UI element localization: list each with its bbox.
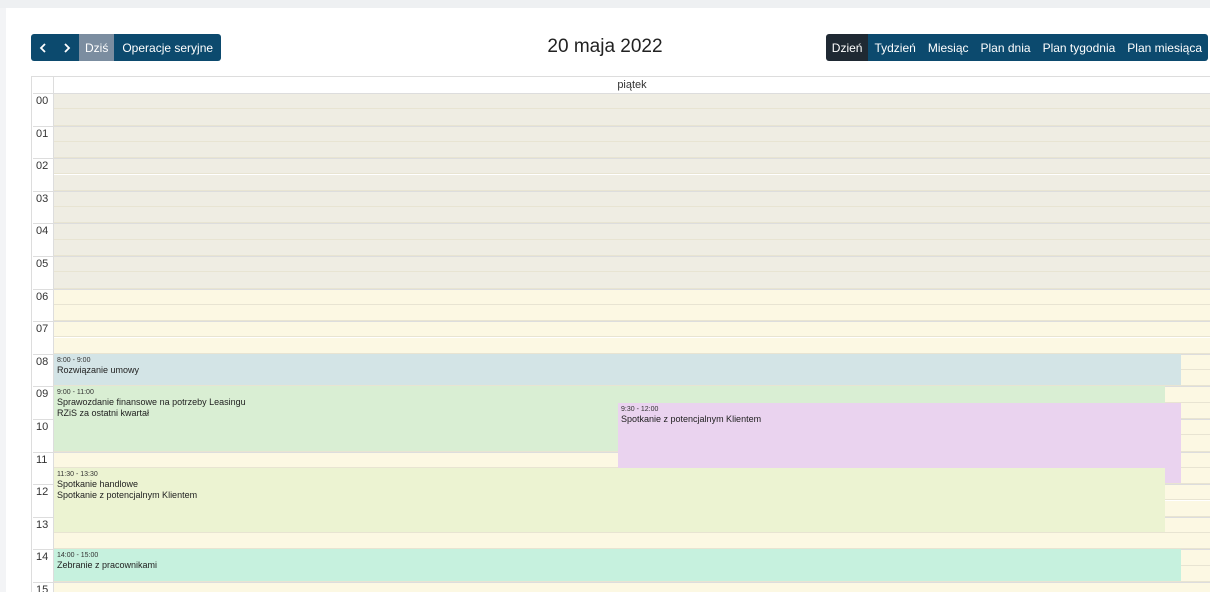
hour-divider — [33, 190, 1210, 192]
hour-label: 11 — [36, 453, 48, 466]
time-slot[interactable] — [54, 158, 1210, 175]
hour-label: 09 — [36, 388, 49, 401]
hour-label: 05 — [36, 258, 49, 270]
hour-label: 02 — [36, 160, 49, 173]
hour-divider — [33, 321, 1210, 323]
view-button-1[interactable]: Tydzień — [868, 34, 922, 61]
hour-divider — [33, 223, 1210, 225]
left-edge — [0, 8, 6, 592]
time-slot[interactable] — [54, 239, 1210, 256]
event-title: Zebranie z pracownikami — [57, 560, 158, 571]
event-time: 14:00 - 15:00 — [57, 552, 99, 560]
hour-label: 13 — [36, 518, 49, 531]
time-slot[interactable] — [54, 174, 1210, 191]
event-title: Spotkanie z potencjalnym Klientem — [621, 413, 762, 424]
hour-label: 14 — [36, 551, 49, 564]
hour-divider — [33, 582, 1210, 583]
hour-label: 12 — [36, 486, 49, 499]
time-slot[interactable] — [54, 125, 1210, 142]
view-button-5[interactable]: Plan miesiąca — [1121, 34, 1208, 61]
event-title: Rozwiązanie umowy — [57, 364, 140, 375]
time-slot[interactable] — [54, 256, 1210, 273]
time-slot[interactable] — [54, 304, 1210, 322]
day-body[interactable]: 8:00 - 9:00 Rozwiązanie umowy 9:00 - 11:00… — [33, 93, 1210, 592]
time-slot[interactable] — [54, 272, 1210, 289]
time-slot[interactable] — [54, 321, 1210, 338]
hour-label: 03 — [36, 192, 49, 205]
calendar-event[interactable]: 14:00 - 15:00 Zebranie z pracownikami — [54, 549, 1181, 581]
calendar-event[interactable]: 11:30 - 13:30 Spotkanie handlowe Spotkanie… — [54, 467, 1165, 533]
event-time: 9:30 - 12:00 — [621, 405, 659, 413]
calendar-event[interactable]: 8:00 - 9:00 Rozwiązanie umowy — [54, 353, 1181, 386]
hour-divider — [33, 158, 1210, 160]
hour-divider — [33, 93, 1210, 94]
event-time: 9:00 - 11:00 — [57, 389, 94, 397]
time-slot[interactable] — [54, 337, 1210, 354]
view-button-3[interactable]: Plan dnia — [974, 34, 1037, 61]
hour-divider — [33, 288, 1210, 290]
hour-divider — [33, 125, 1210, 127]
event-time: 8:00 - 9:00 — [57, 356, 91, 364]
event-title: Spotkanie handlowe — [57, 478, 139, 489]
view-button-0[interactable]: Dzień — [825, 34, 869, 61]
hour-label: 00 — [36, 95, 49, 107]
calendar-grid: piątek 00 01 02 03 04 05 06 07 08 09 10 11 12 13 14 15 … — [31, 76, 1210, 592]
time-slot[interactable] — [54, 93, 1210, 110]
day-header: piątek — [53, 77, 1210, 94]
time-slot[interactable] — [54, 141, 1210, 159]
time-slot[interactable] — [54, 190, 1210, 208]
view-switcher: Dzień Tydzień Miesiąc Plan dnia Plan tygodni… — [825, 34, 1208, 61]
hour-label: 06 — [36, 290, 49, 303]
event-title: Spotkanie z potencjalnym Klientem — [57, 489, 198, 500]
hour-label: 07 — [36, 323, 49, 336]
view-button-2[interactable]: Miesiąc — [921, 34, 975, 61]
time-slot[interactable] — [54, 288, 1210, 305]
time-slot[interactable] — [54, 582, 1210, 592]
hour-divider — [33, 256, 1210, 257]
hour-label: 10 — [36, 421, 49, 433]
time-slot[interactable] — [54, 223, 1210, 240]
hour-label: 15 — [36, 584, 49, 592]
event-time: 11:30 - 13:30 — [57, 470, 98, 478]
view-button-4[interactable]: Plan tygodnia — [1036, 34, 1122, 61]
hour-label: 08 — [36, 355, 49, 368]
hour-label: 04 — [36, 225, 49, 238]
time-slot[interactable] — [54, 207, 1210, 224]
time-slot[interactable] — [54, 533, 1210, 550]
hour-label: 01 — [36, 127, 49, 140]
time-slot[interactable] — [54, 109, 1210, 126]
top-strip — [0, 0, 1210, 8]
